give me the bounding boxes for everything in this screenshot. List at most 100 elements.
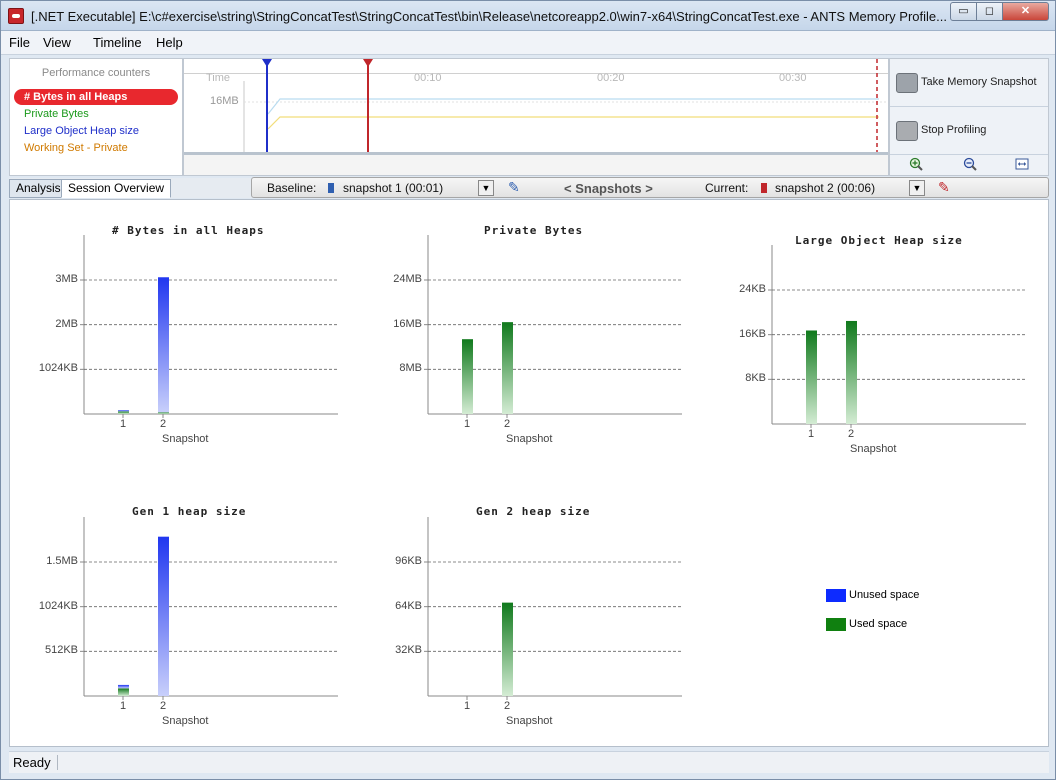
chart-bar <box>158 412 169 414</box>
menu-bar: File View Timeline Help <box>1 31 1055 55</box>
chart-bar <box>158 277 169 413</box>
performance-counters-panel: Performance counters # Bytes in all Heap… <box>9 58 183 176</box>
timeline-overview-strip[interactable] <box>184 152 888 175</box>
chart-bar <box>502 322 513 414</box>
take-memory-snapshot-button[interactable]: Take Memory Snapshot <box>890 59 1048 107</box>
window-title: [.NET Executable] E:\c#exercise\string\S… <box>31 9 946 24</box>
x-axis-label: Snapshot <box>850 443 897 455</box>
counter-private-bytes[interactable]: Private Bytes <box>14 106 178 122</box>
performance-counters-title: Performance counters <box>41 67 151 79</box>
current-edit-pencil-icon[interactable]: ✎ <box>938 179 954 195</box>
chart-title: Gen 1 heap size <box>132 505 247 518</box>
session-overview-content: Unused space Used space # Bytes in all H… <box>9 199 1049 747</box>
y-tick-label: 16KB <box>739 327 766 340</box>
maximize-button[interactable]: ◻ <box>976 2 1003 21</box>
legend-label-unused: Unused space <box>849 589 920 601</box>
fit-icon[interactable] <box>996 157 1048 175</box>
camera-icon <box>896 73 918 93</box>
y-tick-label: 24KB <box>739 283 766 295</box>
y-tick-label: 8MB <box>399 362 422 375</box>
baseline-edit-pencil-icon[interactable]: ✎ <box>508 179 524 195</box>
legend-label-used: Used space <box>849 618 908 630</box>
baseline-dropdown-icon[interactable]: ▼ <box>478 180 494 196</box>
chart-title: Gen 2 heap size <box>476 505 591 518</box>
x-tick-label: 1 <box>808 428 815 440</box>
zoom-out-icon[interactable] <box>944 157 996 175</box>
chart-bar <box>502 602 513 696</box>
x-tick-label: 1 <box>464 700 471 712</box>
minimize-button[interactable]: ▭ <box>950 2 977 21</box>
y-tick-label: 8KB <box>745 372 766 385</box>
chart-bar <box>118 411 129 414</box>
baseline-select[interactable]: snapshot 1 (00:01) <box>343 181 443 195</box>
current-label: Current: <box>705 181 749 195</box>
chart-bar <box>118 684 129 689</box>
menu-view[interactable]: View <box>43 35 71 50</box>
x-tick-label: 1 <box>120 418 127 430</box>
take-memory-snapshot-label: Take Memory Snapshot <box>921 76 1037 88</box>
x-tick-label: 1 <box>464 418 471 430</box>
y-tick-label: 1024KB <box>38 599 78 612</box>
baseline-label: Baseline: <box>267 181 317 195</box>
x-tick-label: 1 <box>120 700 127 712</box>
chart-title: Large Object Heap size <box>795 234 963 247</box>
y-tick-label: 24MB <box>393 273 422 285</box>
chart-bar <box>118 410 129 412</box>
zoom-in-icon[interactable] <box>890 157 942 175</box>
status-text: Ready <box>13 755 51 770</box>
x-axis-label: Snapshot <box>506 715 553 727</box>
chart-title: Private Bytes <box>484 224 584 237</box>
x-tick-label: 2 <box>848 428 855 440</box>
ants-app-icon <box>8 8 24 24</box>
profiling-controls: Take Memory Snapshot Stop Profiling <box>889 58 1049 176</box>
menu-file[interactable]: File <box>9 35 30 50</box>
x-tick-label: 2 <box>160 418 167 430</box>
y-tick-label: 32KB <box>395 644 422 657</box>
legend-swatch-unused <box>826 589 846 602</box>
x-tick-label: 2 <box>504 418 511 430</box>
close-button[interactable]: ✕ <box>1002 2 1049 21</box>
application-window: [.NET Executable] E:\c#exercise\string\S… <box>0 0 1056 780</box>
counter-working-set-private[interactable]: Working Set - Private <box>14 140 178 156</box>
tab-analysis[interactable]: Analysis <box>9 179 68 198</box>
stop-profiling-button[interactable]: Stop Profiling <box>890 107 1048 155</box>
status-separator <box>57 755 58 770</box>
y-tick-label: 64KB <box>395 599 422 612</box>
x-axis-label: Snapshot <box>162 433 209 445</box>
y-tick-label: 512KB <box>44 644 78 657</box>
session-overview-charts <box>80 235 1026 700</box>
chart-bar <box>118 688 129 696</box>
chart-bar <box>462 339 473 414</box>
y-tick-label: 16MB <box>393 317 422 330</box>
chart-bar <box>158 536 169 696</box>
snapshots-navigator[interactable]: < Snapshots > <box>564 181 653 196</box>
current-select[interactable]: snapshot 2 (00:06) <box>775 181 875 195</box>
y-tick-label: 3MB <box>55 273 78 285</box>
x-axis-label: Snapshot <box>162 715 209 727</box>
menu-timeline[interactable]: Timeline <box>93 35 142 50</box>
current-marker-icon <box>363 59 373 67</box>
y-tick-label: 96KB <box>395 555 422 567</box>
baseline-snapshot-icon <box>328 183 334 193</box>
x-tick-label: 2 <box>504 700 511 712</box>
chart-bar <box>846 320 857 424</box>
title-bar: [.NET Executable] E:\c#exercise\string\S… <box>1 1 1055 31</box>
current-dropdown-icon[interactable]: ▼ <box>909 180 925 196</box>
y-tick-label: 1.5MB <box>46 555 78 567</box>
x-axis-label: Snapshot <box>506 433 553 445</box>
y-tick-label: 1024KB <box>38 362 78 375</box>
counter-large-object-heap-size[interactable]: Large Object Heap size <box>14 123 178 139</box>
chart-title: # Bytes in all Heaps <box>112 224 265 237</box>
timeline-graph[interactable]: Time 00:10 00:20 00:30 16MB <box>183 58 889 176</box>
stop-icon <box>896 121 918 141</box>
stop-profiling-label: Stop Profiling <box>921 124 987 136</box>
menu-help[interactable]: Help <box>156 35 183 50</box>
current-snapshot-icon <box>761 183 767 193</box>
baseline-marker-icon <box>262 59 272 67</box>
y-tick-label: 2MB <box>55 317 78 330</box>
counter-bytes-in-all-heaps[interactable]: # Bytes in all Heaps <box>14 89 178 105</box>
x-tick-label: 2 <box>160 700 167 712</box>
snapshot-selector-bar: Baseline: snapshot 1 (00:01) ▼ ✎ < Snaps… <box>251 177 1049 198</box>
chart-bar <box>806 330 817 424</box>
tab-session-overview[interactable]: Session Overview <box>61 179 172 198</box>
